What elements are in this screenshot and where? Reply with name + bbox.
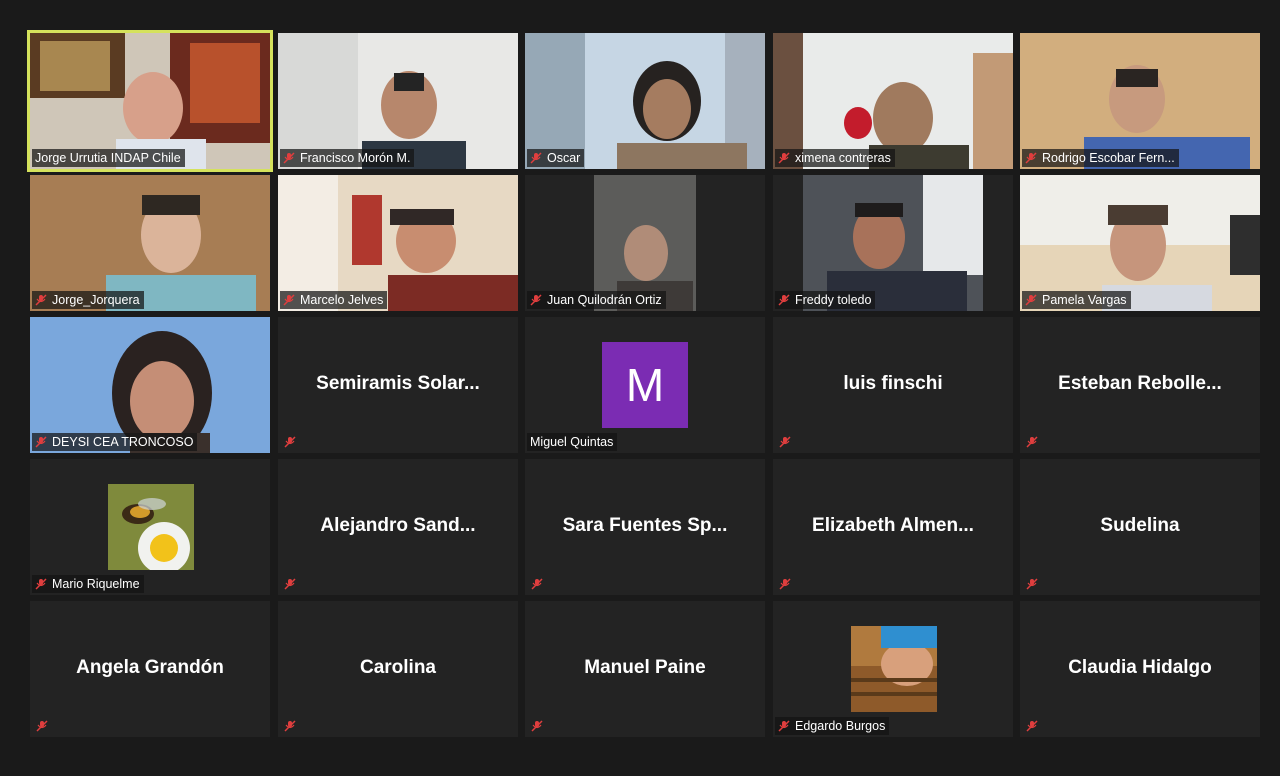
participant-tile-ximena-contreras[interactable]: ximena contreras bbox=[773, 33, 1013, 169]
participant-tile-oscar[interactable]: Oscar bbox=[525, 33, 765, 169]
participant-display-name: Elizabeth Almen... bbox=[812, 515, 974, 536]
participant-tile-sudelina[interactable]: Sudelina bbox=[1020, 459, 1260, 595]
microphone-muted-icon bbox=[779, 578, 791, 590]
participant-name-label: Edgardo Burgos bbox=[775, 717, 890, 735]
bee-photo bbox=[108, 484, 194, 570]
participant-tile-luis-finschi[interactable]: luis finschi bbox=[773, 317, 1013, 453]
participant-display-name: Manuel Paine bbox=[584, 657, 706, 678]
microphone-muted-icon bbox=[1026, 578, 1038, 590]
person-photo bbox=[851, 626, 937, 712]
microphone-muted-icon bbox=[1025, 294, 1037, 306]
microphone-muted-icon bbox=[530, 152, 542, 164]
participant-name-label: Miguel Quintas bbox=[527, 433, 618, 451]
microphone-muted-icon bbox=[283, 294, 295, 306]
participant-name-label: Francisco Morón M. bbox=[280, 149, 415, 167]
participant-display-name: Semiramis Solar... bbox=[316, 373, 480, 394]
participant-tile-angela-grandon[interactable]: Angela Grandón bbox=[30, 601, 270, 737]
microphone-muted-icon bbox=[1026, 720, 1038, 732]
participant-tile-manuel-paine[interactable]: Manuel Paine bbox=[525, 601, 765, 737]
participant-name-label: Oscar bbox=[527, 149, 585, 167]
participant-name-label: Rodrigo Escobar Fern... bbox=[1022, 149, 1179, 167]
microphone-muted-icon bbox=[35, 436, 47, 448]
microphone-muted-icon bbox=[531, 720, 543, 732]
microphone-muted-icon bbox=[531, 578, 543, 590]
participant-grid: Jorge Urrutia INDAP Chile Francisco Moró… bbox=[0, 0, 1280, 776]
participant-display-name: Angela Grandón bbox=[76, 657, 224, 678]
participant-tile-carolina[interactable]: Carolina bbox=[278, 601, 518, 737]
participant-name-label: Marcelo Jelves bbox=[280, 291, 388, 309]
participant-tile-jorge-jorquera[interactable]: Jorge_Jorquera bbox=[30, 175, 270, 311]
microphone-muted-icon bbox=[1025, 152, 1037, 164]
participant-name-label: Jorge_Jorquera bbox=[32, 291, 144, 309]
microphone-muted-icon bbox=[779, 436, 791, 448]
participant-display-name: Claudia Hidalgo bbox=[1068, 657, 1212, 678]
participant-name-label: Mario Riquelme bbox=[32, 575, 144, 593]
microphone-muted-icon bbox=[530, 294, 542, 306]
participant-name-label: ximena contreras bbox=[775, 149, 895, 167]
participant-tile-elizabeth-almendra[interactable]: Elizabeth Almen... bbox=[773, 459, 1013, 595]
participant-display-name: Sara Fuentes Sp... bbox=[562, 515, 728, 536]
participant-tile-claudia-hidalgo[interactable]: Claudia Hidalgo bbox=[1020, 601, 1260, 737]
microphone-muted-icon bbox=[1026, 436, 1038, 448]
participant-display-name: Sudelina bbox=[1100, 515, 1180, 536]
participant-tile-pamela-vargas[interactable]: Pamela Vargas bbox=[1020, 175, 1260, 311]
participant-tile-jorge-urrutia[interactable]: Jorge Urrutia INDAP Chile bbox=[27, 30, 273, 172]
microphone-muted-icon bbox=[778, 152, 790, 164]
participant-tile-edgardo-burgos[interactable]: Edgardo Burgos bbox=[773, 601, 1013, 737]
participant-tile-freddy-toledo[interactable]: Freddy toledo bbox=[773, 175, 1013, 311]
microphone-muted-icon bbox=[284, 436, 296, 448]
participant-tile-deysi-cea[interactable]: DEYSI CEA TRONCOSO bbox=[30, 317, 270, 453]
participant-tile-marcelo-jelves[interactable]: Marcelo Jelves bbox=[278, 175, 518, 311]
participant-tile-juan-quilodran[interactable]: Juan Quilodrán Ortiz bbox=[525, 175, 765, 311]
microphone-muted-icon bbox=[284, 578, 296, 590]
microphone-muted-icon bbox=[35, 578, 47, 590]
participant-tile-esteban-rebolledo[interactable]: Esteban Rebolle... bbox=[1020, 317, 1260, 453]
participant-display-name: luis finschi bbox=[843, 373, 943, 394]
participant-tile-sara-fuentes[interactable]: Sara Fuentes Sp... bbox=[525, 459, 765, 595]
participant-name-label: Freddy toledo bbox=[775, 291, 876, 309]
microphone-muted-icon bbox=[283, 152, 295, 164]
participant-tile-francisco-moron[interactable]: Francisco Morón M. bbox=[278, 33, 518, 169]
microphone-muted-icon bbox=[284, 720, 296, 732]
microphone-muted-icon bbox=[36, 720, 48, 732]
microphone-muted-icon bbox=[778, 294, 790, 306]
participant-tile-mario-riquelme[interactable]: Mario Riquelme bbox=[30, 459, 270, 595]
participant-name-label: Pamela Vargas bbox=[1022, 291, 1131, 309]
microphone-muted-icon bbox=[778, 720, 790, 732]
participant-display-name: Carolina bbox=[359, 657, 437, 678]
participant-name-label: Juan Quilodrán Ortiz bbox=[527, 291, 666, 309]
participant-name-label: Jorge Urrutia INDAP Chile bbox=[32, 149, 185, 167]
participant-tile-alejandro-sandoval[interactable]: Alejandro Sand... bbox=[278, 459, 518, 595]
participant-tile-semiramis-solar[interactable]: Semiramis Solar... bbox=[278, 317, 518, 453]
avatar: M bbox=[602, 342, 688, 428]
participant-tile-miguel-quintas[interactable]: M Miguel Quintas bbox=[525, 317, 765, 453]
participant-name-label: DEYSI CEA TRONCOSO bbox=[32, 433, 198, 451]
participant-display-name: Alejandro Sand... bbox=[320, 515, 476, 536]
participant-tile-rodrigo-escobar[interactable]: Rodrigo Escobar Fern... bbox=[1020, 33, 1260, 169]
microphone-muted-icon bbox=[35, 294, 47, 306]
participant-display-name: Esteban Rebolle... bbox=[1058, 373, 1222, 394]
